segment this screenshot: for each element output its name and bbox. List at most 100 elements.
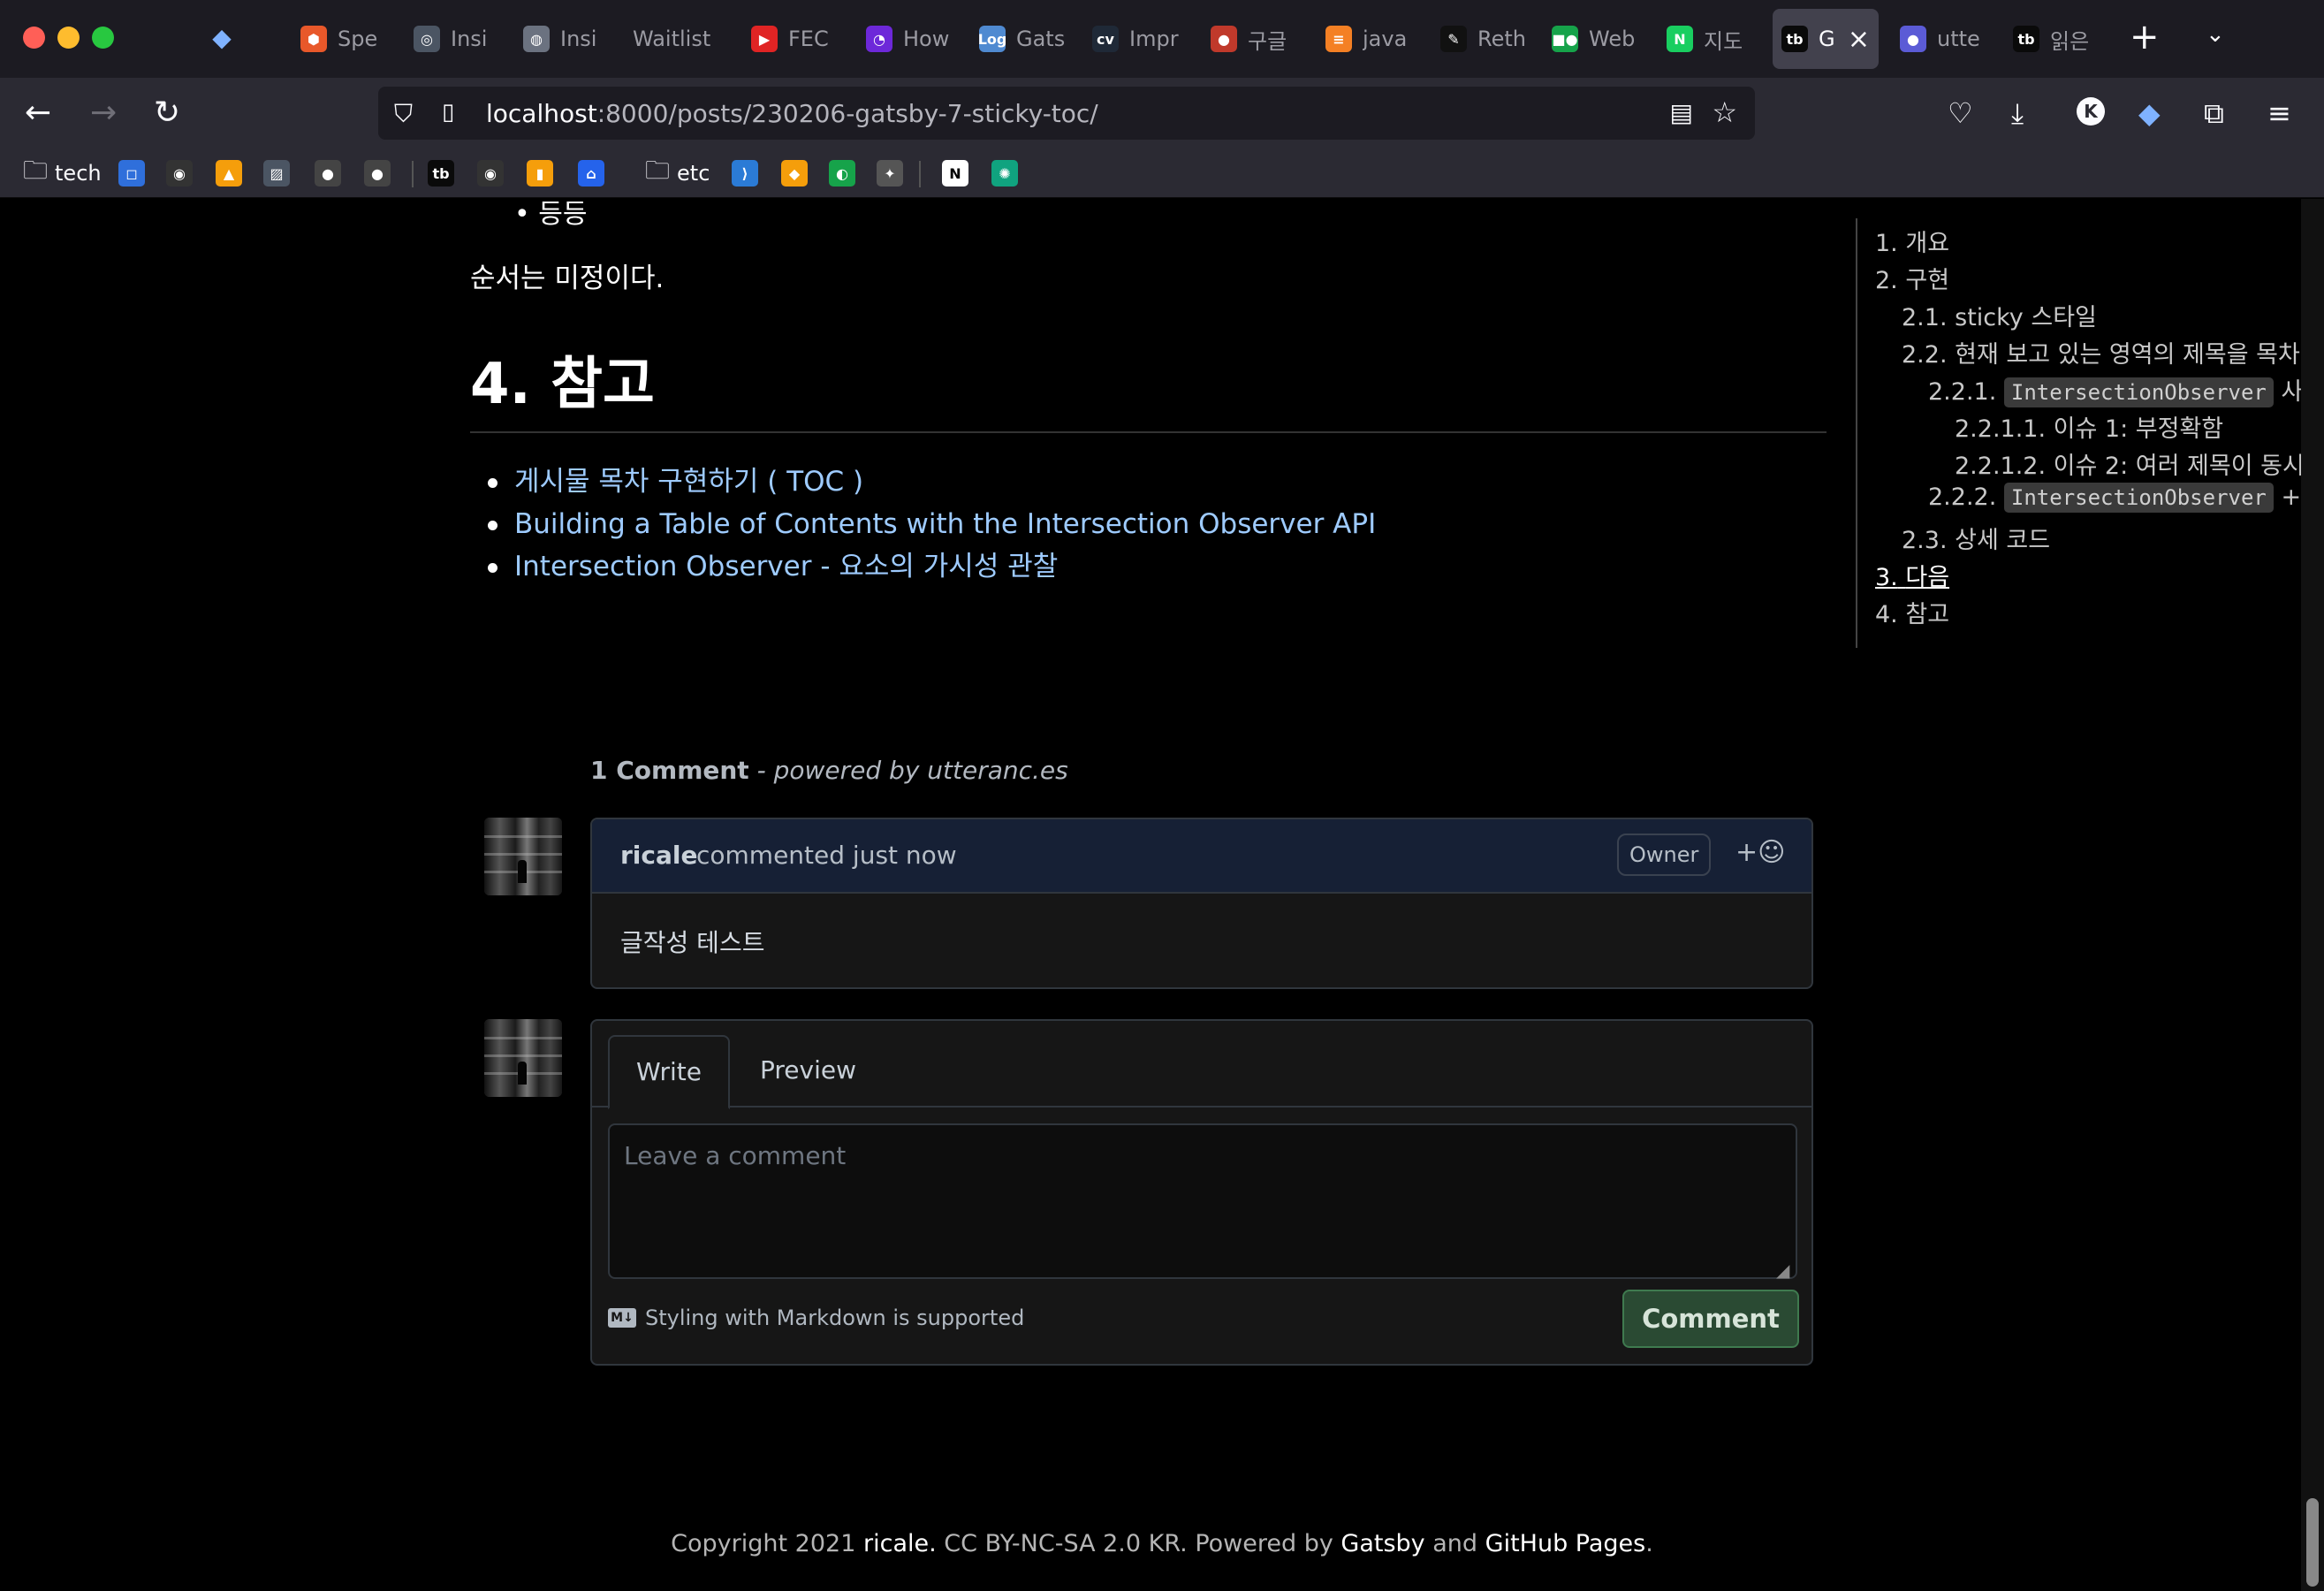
browser-tab[interactable]: tb G × <box>1773 9 1879 69</box>
bookmark-star-icon[interactable]: ☆ <box>1712 95 1737 129</box>
tracking-shield-icon[interactable]: ⛉ <box>394 99 413 129</box>
bookmark-item[interactable]: ▲ <box>216 157 242 189</box>
window-minimize-button[interactable] <box>57 27 80 49</box>
browser-tab[interactable]: ≡ java <box>1317 9 1423 69</box>
comment-textarea[interactable] <box>608 1123 1797 1279</box>
toc-item[interactable]: 2.2.1. IntersectionObserver 사용 <box>1928 372 2324 407</box>
comment-author[interactable]: ricale <box>620 841 698 870</box>
bookmark-item[interactable]: ⌂ <box>578 157 604 189</box>
downloads-icon[interactable]: ⤓ <box>2011 95 2024 131</box>
browser-tab[interactable]: ■● Web <box>1543 9 1649 69</box>
extension-gem-icon[interactable]: ◆ <box>2138 95 2161 131</box>
account-avatar[interactable]: K <box>2077 97 2105 126</box>
bookmark-item[interactable]: ◆ <box>781 157 808 189</box>
footer-github-pages-link[interactable]: GitHub Pages <box>1485 1530 1646 1557</box>
toc-item-text: 다음 <box>1905 564 1950 591</box>
tab-favicon-icon: tb <box>2013 26 2039 52</box>
resize-grip-icon[interactable]: ◢ <box>1776 1260 1789 1281</box>
pocket-icon[interactable]: ♡ <box>1948 95 1973 131</box>
bookmark-item[interactable]: ◐ <box>829 157 855 189</box>
comment-submit-button[interactable]: Comment <box>1622 1290 1799 1348</box>
toc-item[interactable]: 2.1. sticky 스타일 <box>1902 298 2097 332</box>
toc-item[interactable]: 2.3. 상세 코드 <box>1902 521 2050 555</box>
page-content: • 등등 순서는 미정이다. 4. 참고 게시물 목차 구현하기 ( TOC )… <box>0 199 2324 1591</box>
toc-item[interactable]: 3. 다음 <box>1875 558 1949 592</box>
browser-tab[interactable]: ▶ FEC <box>742 9 848 69</box>
menu-icon[interactable]: ≡ <box>2267 95 2291 131</box>
green-icon: ◐ <box>829 160 855 187</box>
comment-timestamp[interactable]: commented just now <box>696 841 957 870</box>
scrollbar-thumb[interactable] <box>2306 1498 2319 1587</box>
tab-title: How <box>903 27 950 51</box>
tab-close-icon[interactable]: × <box>1848 24 1870 55</box>
bookmark-item[interactable]: ✦ <box>877 157 903 189</box>
reference-link[interactable]: Building a Table of Contents with the In… <box>514 508 1376 540</box>
bookmark-folder[interactable]: 🗀 tech <box>23 156 102 189</box>
new-comment-form: Write Preview ◢ M↓ Styling with Markdown… <box>590 1019 1813 1366</box>
footer-gatsby-link[interactable]: Gatsby <box>1340 1530 1424 1557</box>
reference-link[interactable]: 게시물 목차 구현하기 ( TOC ) <box>514 466 863 498</box>
browser-tab[interactable]: Log Gats <box>970 9 1075 69</box>
toc-item-number: 2.2.1. <box>1928 378 1997 406</box>
footer-author-link[interactable]: ricale. <box>863 1530 937 1557</box>
forward-button[interactable]: → <box>90 95 117 131</box>
bookmark-item[interactable]: tb <box>428 157 454 189</box>
notion-icon: N <box>942 160 968 187</box>
toc-item-number: 2.2.1.2. <box>1955 453 2047 480</box>
bookmark-item[interactable]: ● <box>364 157 391 189</box>
toc-item[interactable]: 1. 개요 <box>1875 224 1949 258</box>
reader-view-icon[interactable]: ▤ <box>1670 98 1693 127</box>
browser-tab[interactable]: cv Impr <box>1083 9 1193 69</box>
avatar[interactable] <box>484 818 562 895</box>
tab-list-chevron-icon[interactable]: ⌄ <box>2206 21 2225 48</box>
bookmark-item[interactable]: ⟩ <box>732 157 758 189</box>
reload-button[interactable]: ↻ <box>154 95 180 131</box>
browser-tab[interactable]: ⬢ Spe <box>292 9 396 69</box>
window-maximize-button[interactable] <box>92 27 114 49</box>
extensions-icon[interactable]: ⧉ <box>2204 95 2224 131</box>
apple-icon: ● <box>315 160 341 187</box>
tab-title: utte <box>1937 27 1980 51</box>
bookmark-separator <box>412 161 414 187</box>
tab-write[interactable]: Write <box>608 1035 730 1109</box>
pinned-tab-gem-icon[interactable]: ◆ <box>207 23 237 53</box>
browser-tab[interactable]: N 지도 <box>1658 9 1764 69</box>
bookmark-item[interactable]: N <box>942 157 968 189</box>
browser-tab[interactable]: ● utte <box>1891 9 1995 69</box>
toc-item[interactable]: 2.2.2. IntersectionObserver + s <box>1928 483 2321 513</box>
bookmark-item[interactable]: ▮ <box>527 157 553 189</box>
toc-item[interactable]: 2. 구현 <box>1875 261 1949 295</box>
new-tab-button[interactable]: + <box>2130 19 2160 55</box>
page-info-icon[interactable]: ▯ <box>442 99 454 126</box>
url-text[interactable]: localhost:8000/posts/230206-gatsby-7-sti… <box>486 99 1098 128</box>
browser-tab[interactable]: ◍ Insi <box>514 9 615 69</box>
window-close-button[interactable] <box>23 27 45 49</box>
browser-tab[interactable]: Waitlist <box>624 9 733 69</box>
browser-tab[interactable]: ◎ Insi <box>405 9 505 69</box>
bookmark-item[interactable]: ◻ <box>118 157 145 189</box>
bookmark-folder[interactable]: 🗀 etc <box>645 156 710 189</box>
bookmark-item[interactable]: ✺ <box>991 157 1018 189</box>
reference-link[interactable]: Intersection Observer - 요소의 가시성 관찰 <box>514 551 1058 582</box>
toc-item[interactable]: 2.2.1.1. 이슈 1: 부정확함 <box>1955 409 2223 444</box>
toc-item[interactable]: 2.2. 현재 보고 있는 영역의 제목을 목차에 <box>1902 335 2322 369</box>
page-scrollbar[interactable] <box>2301 199 2324 1591</box>
bookmark-item[interactable]: ● <box>315 157 341 189</box>
bookmark-item[interactable]: ▨ <box>263 157 290 189</box>
back-button[interactable]: ← <box>25 95 51 131</box>
browser-tab[interactable]: ✎ Reth <box>1432 9 1534 69</box>
browser-tab[interactable]: ◔ How <box>857 9 961 69</box>
markdown-note-text[interactable]: Styling with Markdown is supported <box>645 1306 1024 1330</box>
url-bar[interactable]: ⛉ ▯ localhost:8000/posts/230206-gatsby-7… <box>378 87 1755 140</box>
browser-tab[interactable]: tb 읽은 <box>2004 9 2110 69</box>
bookmark-folder-label: tech <box>55 161 102 186</box>
toc-item[interactable]: 4. 참고 <box>1875 595 1949 629</box>
toc-item[interactable]: 2.2.1.2. 이슈 2: 여러 제목이 동시에 <box>1955 446 2324 481</box>
bookmark-item[interactable]: ◉ <box>477 157 504 189</box>
browser-tab[interactable]: ● 구글 <box>1202 9 1308 69</box>
github-icon: ◉ <box>166 160 193 187</box>
add-reaction-icon[interactable]: +☺ <box>1735 837 1785 868</box>
tab-preview[interactable]: Preview <box>760 1035 856 1108</box>
toc-item-number: 2.2.1.1. <box>1955 415 2047 443</box>
bookmark-item[interactable]: ◉ <box>166 157 193 189</box>
